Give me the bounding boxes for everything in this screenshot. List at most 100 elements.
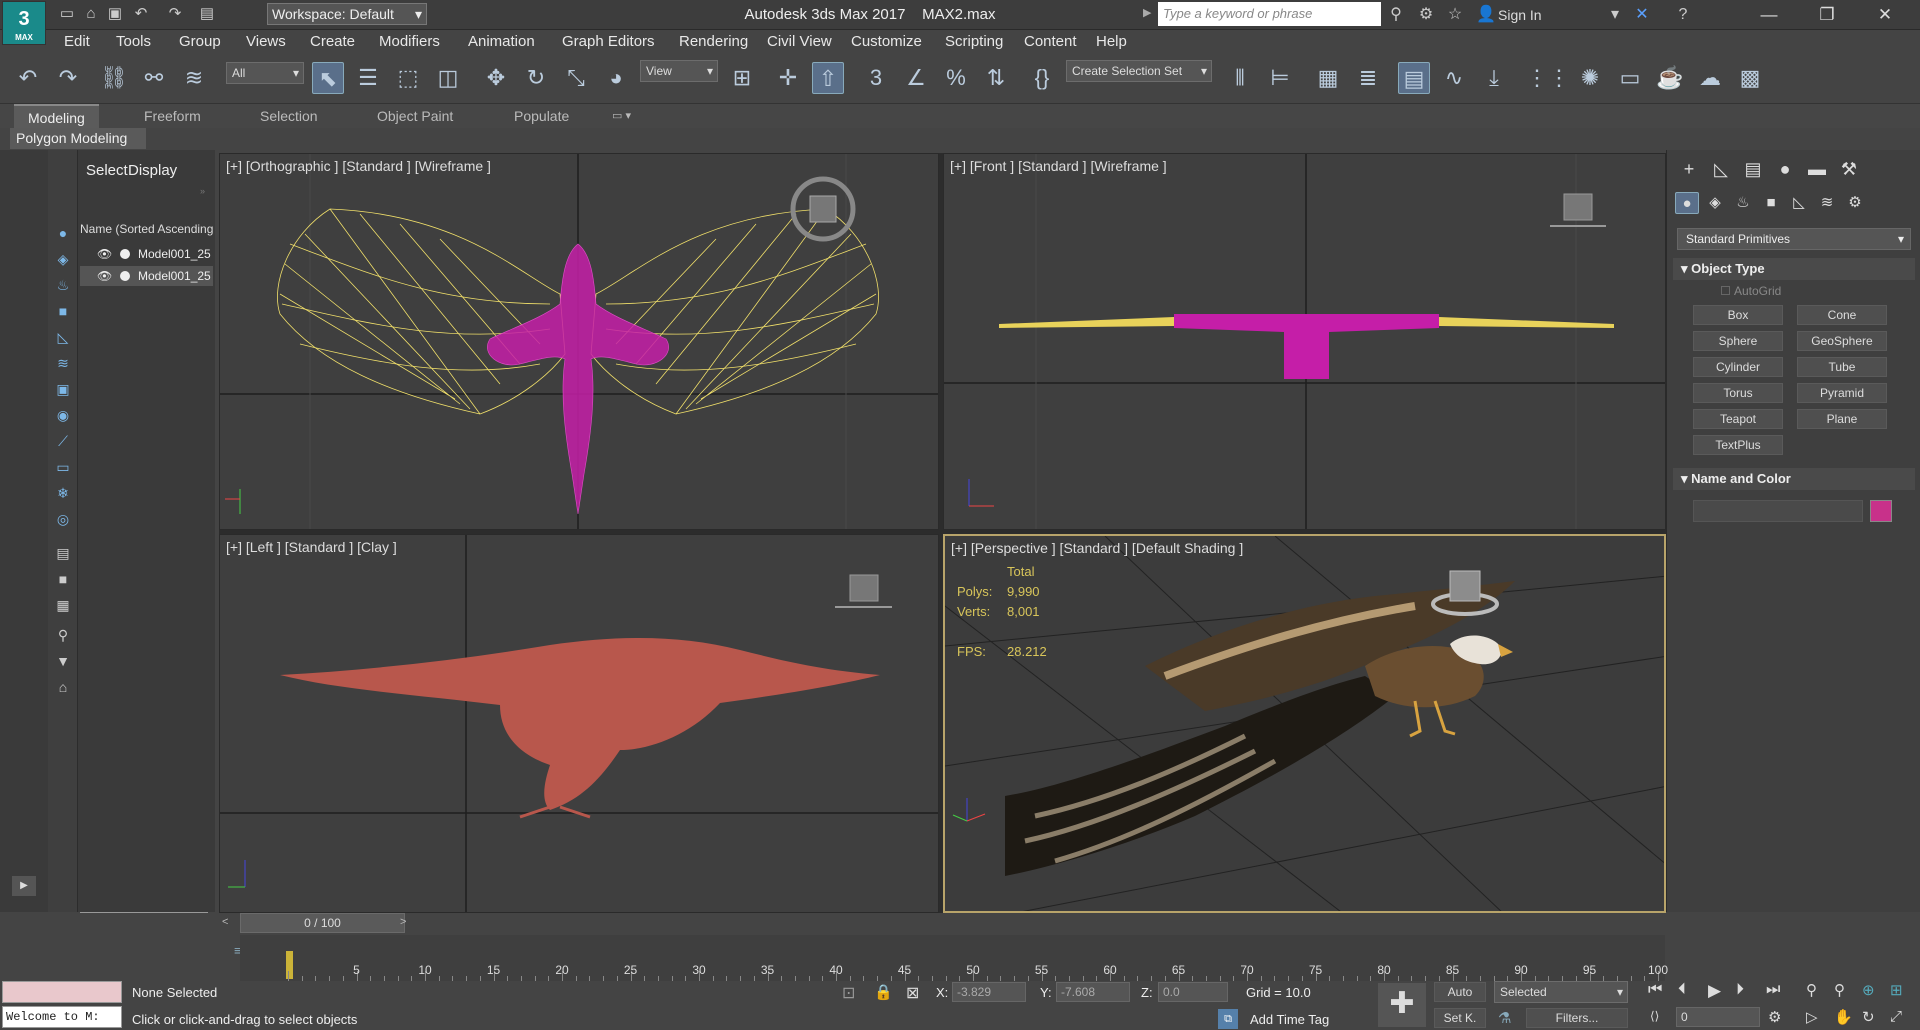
ribbon-options-icon[interactable]: ▭ ▾ xyxy=(612,104,631,128)
create-tab-icon[interactable]: + xyxy=(1675,158,1703,180)
plane-button[interactable]: Plane xyxy=(1797,409,1887,429)
xrefs-filter-icon[interactable]: ◉ xyxy=(54,406,72,424)
space-warps-icon[interactable]: ≋ xyxy=(1815,192,1839,214)
selection-filter-dropdown[interactable]: All ▾ xyxy=(226,62,304,84)
z-coordinate-field[interactable]: 0.0 xyxy=(1158,982,1228,1002)
particles-filter-icon[interactable]: ❄ xyxy=(54,484,72,502)
curve-editor-icon[interactable]: ∿ xyxy=(1438,62,1470,94)
zoom-extents-icon[interactable]: ⊕ xyxy=(1862,981,1875,999)
rotate-icon[interactable]: ↻ xyxy=(520,62,552,94)
list-item[interactable]: 👁 Model001_25 xyxy=(80,266,213,286)
helpers-icon[interactable]: ◺ xyxy=(1787,192,1811,214)
display-none-icon[interactable]: ■ xyxy=(54,570,72,588)
redo-icon[interactable]: ↷ xyxy=(52,62,84,94)
bones-filter-icon[interactable]: ⟋ xyxy=(54,432,72,450)
menu-views[interactable]: Views xyxy=(246,30,286,54)
x-coordinate-field[interactable]: -3.829 xyxy=(952,982,1026,1002)
auto-key-button[interactable]: Auto xyxy=(1434,982,1486,1002)
restore-button[interactable]: ❐ xyxy=(1804,0,1850,30)
angle-snap-icon[interactable]: ∠ xyxy=(900,62,932,94)
filters-button[interactable]: Filters... xyxy=(1526,1008,1628,1028)
lights-icon[interactable]: ♨ xyxy=(1731,192,1755,214)
schematic-view-icon[interactable]: ⋮⋮ xyxy=(1526,62,1570,94)
display-tab-icon[interactable]: ▬ xyxy=(1803,158,1831,180)
play-icon[interactable]: ▶ xyxy=(1708,981,1721,1001)
menu-tools[interactable]: Tools xyxy=(116,30,151,54)
key-mode-toggle-icon[interactable]: ⟨⟩ xyxy=(1650,1009,1659,1023)
time-tag-icon[interactable]: ⧉ xyxy=(1218,1009,1238,1029)
autogrid-checkbox[interactable]: AutoGrid xyxy=(1721,284,1781,298)
app-logo-button[interactable]: 3 MAX xyxy=(2,1,46,45)
geometry-icon[interactable]: ● xyxy=(1675,192,1699,214)
go-to-end-icon[interactable]: ⏭ xyxy=(1766,981,1780,999)
absolute-mode-icon[interactable]: ⊠ xyxy=(906,983,919,1003)
project-folder-icon[interactable]: ▤ xyxy=(196,4,218,24)
torus-button[interactable]: Torus xyxy=(1693,383,1783,403)
select-object-icon[interactable]: ⬉ xyxy=(312,62,344,94)
dope-sheet-icon[interactable]: ⤓ xyxy=(1478,62,1510,94)
rectangular-selection-icon[interactable]: ⬚ xyxy=(392,62,424,94)
hierarchy-tab-icon[interactable]: ▤ xyxy=(1739,158,1767,180)
tube-button[interactable]: Tube xyxy=(1797,357,1887,377)
select-manipulate-icon[interactable]: ✛ xyxy=(772,62,804,94)
binoculars-icon[interactable]: ⚲ xyxy=(1384,4,1408,26)
eye-icon[interactable]: 👁 xyxy=(97,244,112,264)
viewport-label[interactable]: [+] [Orthographic ] [Standard ] [Wirefra… xyxy=(226,158,491,174)
move-icon[interactable]: ✥ xyxy=(480,62,512,94)
keyboard-shortcut-override-icon[interactable]: ⇧ xyxy=(812,62,844,94)
menu-graph-editors[interactable]: Graph Editors xyxy=(562,30,655,54)
name-column-header[interactable]: Name (Sorted Ascending) xyxy=(80,222,213,240)
bind-space-warp-icon[interactable]: ≋ xyxy=(178,62,210,94)
containers-filter-icon[interactable]: ▭ xyxy=(54,458,72,476)
edit-named-selection-icon[interactable]: {} xyxy=(1026,62,1058,94)
go-to-start-icon[interactable]: ⏮ xyxy=(1648,981,1662,999)
add-time-tag[interactable]: Add Time Tag xyxy=(1250,1012,1329,1027)
unlink-icon[interactable]: ⚯ xyxy=(138,62,170,94)
help-icon[interactable]: ? xyxy=(1671,4,1695,26)
menu-rendering[interactable]: Rendering xyxy=(679,30,748,54)
cameras-filter-icon[interactable]: ■ xyxy=(54,302,72,320)
spinner-snap-icon[interactable]: ⇅ xyxy=(980,62,1012,94)
maxscript-input[interactable]: Welcome to M: xyxy=(2,1006,122,1028)
next-frame-icon[interactable]: ⏵ xyxy=(1736,981,1744,999)
field-of-view-icon[interactable]: ▷ xyxy=(1806,1008,1818,1026)
undo-icon[interactable]: ↶ xyxy=(130,4,152,24)
render-setup-icon[interactable]: ▭ xyxy=(1614,62,1646,94)
search-input[interactable]: Type a keyword or phrase xyxy=(1158,2,1381,26)
menu-customize[interactable]: Customize xyxy=(851,30,922,54)
menu-group[interactable]: Group xyxy=(179,30,221,54)
viewport-label[interactable]: [+] [Front ] [Standard ] [Wireframe ] xyxy=(950,158,1167,174)
lock-selection-icon[interactable]: 🔒 xyxy=(874,983,893,1001)
time-configuration-icon[interactable]: ⚙ xyxy=(1768,1008,1781,1026)
rendered-frame-icon[interactable]: ☕ xyxy=(1654,62,1686,94)
window-crossing-icon[interactable]: ◫ xyxy=(432,62,464,94)
object-type-rollout[interactable]: ▾ Object Type xyxy=(1673,258,1915,280)
motion-tab-icon[interactable]: ● xyxy=(1771,158,1799,180)
redo-icon[interactable]: ↷ xyxy=(164,4,186,24)
shapes-filter-icon[interactable]: ◈ xyxy=(54,250,72,268)
render-production-icon[interactable]: ☁ xyxy=(1694,62,1726,94)
expand-right-icon[interactable]: ▶ xyxy=(12,876,36,896)
render-cloud-icon[interactable]: ▩ xyxy=(1734,62,1766,94)
display-all-icon[interactable]: ▤ xyxy=(54,544,72,562)
close-button[interactable]: ✕ xyxy=(1862,0,1908,30)
prev-frame-arrow-icon[interactable]: < xyxy=(222,916,228,928)
link-icon[interactable]: ⛓ xyxy=(98,62,130,94)
pan-icon[interactable]: ✋ xyxy=(1834,1008,1853,1026)
scene-tab-display[interactable]: Display xyxy=(128,162,177,179)
menu-scripting[interactable]: Scripting xyxy=(945,30,1003,54)
box-button[interactable]: Box xyxy=(1693,305,1783,325)
pivot-center-icon[interactable]: ⊞ xyxy=(726,62,758,94)
mirror-icon[interactable]: ⫴ xyxy=(1224,62,1256,94)
select-by-name-icon[interactable]: ☰ xyxy=(352,62,384,94)
menu-civil-view[interactable]: Civil View xyxy=(767,30,832,54)
tab-selection[interactable]: Selection xyxy=(260,104,318,128)
viewport-label[interactable]: [+] [Perspective ] [Standard ] [Default … xyxy=(951,540,1243,556)
save-file-icon[interactable]: ▣ xyxy=(104,4,126,24)
orbit-icon[interactable]: ↻ xyxy=(1862,1008,1875,1026)
expand-arrow-icon[interactable]: ▶ xyxy=(1143,6,1151,19)
zoom-extents-all-icon[interactable]: ⊞ xyxy=(1890,981,1903,999)
maximize-viewport-icon[interactable]: ⤢ xyxy=(1890,1008,1902,1025)
menu-edit[interactable]: Edit xyxy=(64,30,90,54)
exchange-icon[interactable]: ✕ xyxy=(1630,4,1654,26)
